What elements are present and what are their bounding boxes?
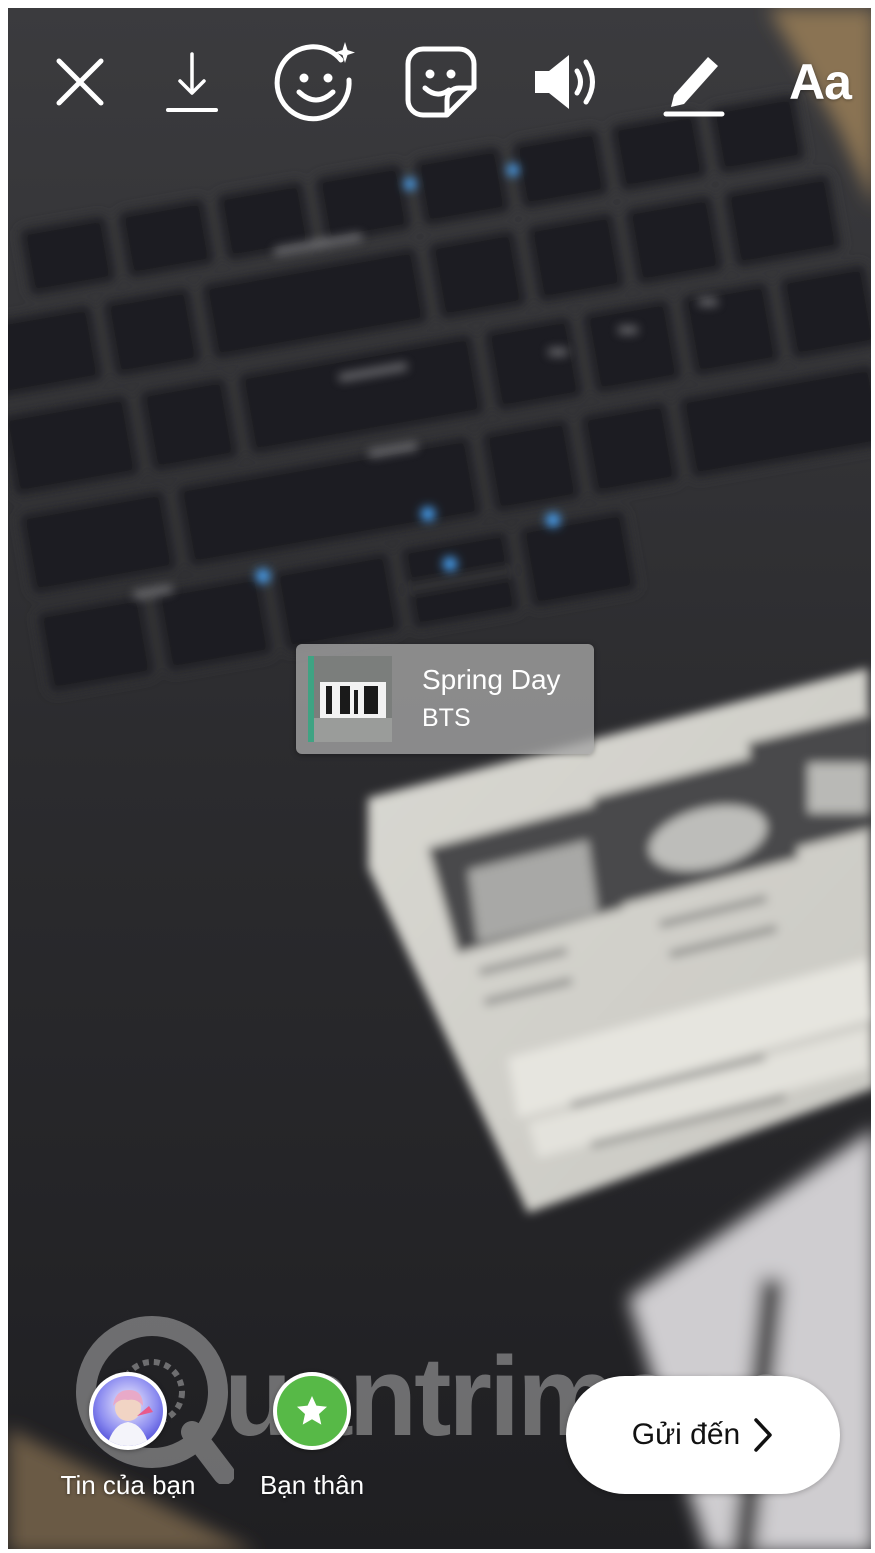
- close-button[interactable]: [44, 40, 116, 124]
- text-tool-button[interactable]: Aa: [772, 40, 868, 124]
- download-icon: [166, 52, 218, 112]
- music-sticker[interactable]: Spring Day BTS: [296, 644, 594, 754]
- download-button[interactable]: [156, 40, 228, 124]
- album-art: [308, 656, 392, 742]
- sticker-icon: [405, 46, 477, 118]
- draw-button[interactable]: [654, 40, 734, 124]
- star-icon: [297, 1396, 327, 1425]
- sound-button[interactable]: [526, 40, 606, 124]
- close-friends-label: Bạn thân: [259, 1470, 365, 1500]
- send-to-label: Gửi đến: [631, 1418, 741, 1451]
- your-story-label: Tin của bạn: [60, 1470, 196, 1500]
- top-toolbar: Aa: [4, 40, 871, 124]
- profile-photo: [93, 1376, 163, 1446]
- close-icon: [56, 58, 104, 106]
- sticker-button[interactable]: [400, 40, 482, 124]
- song-title: Spring Day: [422, 664, 561, 695]
- your-story-avatar: [89, 1372, 167, 1450]
- story-editor: Aa Spring Day BTS uantrimang Tin của bạn…: [0, 0, 875, 1553]
- close-friends-avatar: [273, 1372, 351, 1450]
- face-effects-button[interactable]: [272, 40, 362, 124]
- song-artist: BTS: [422, 704, 471, 732]
- send-to-button[interactable]: Gửi đến: [566, 1376, 840, 1494]
- share-your-story[interactable]: Tin của bạn: [38, 1372, 218, 1512]
- background-photo: [8, 8, 871, 1549]
- speaker-icon: [535, 55, 595, 109]
- share-close-friends[interactable]: Bạn thân: [222, 1372, 402, 1512]
- pen-icon: [663, 57, 725, 117]
- face-effects-icon: [274, 42, 355, 122]
- text-tool-label: Aa: [789, 54, 852, 110]
- chevron-right-icon: [752, 1416, 774, 1454]
